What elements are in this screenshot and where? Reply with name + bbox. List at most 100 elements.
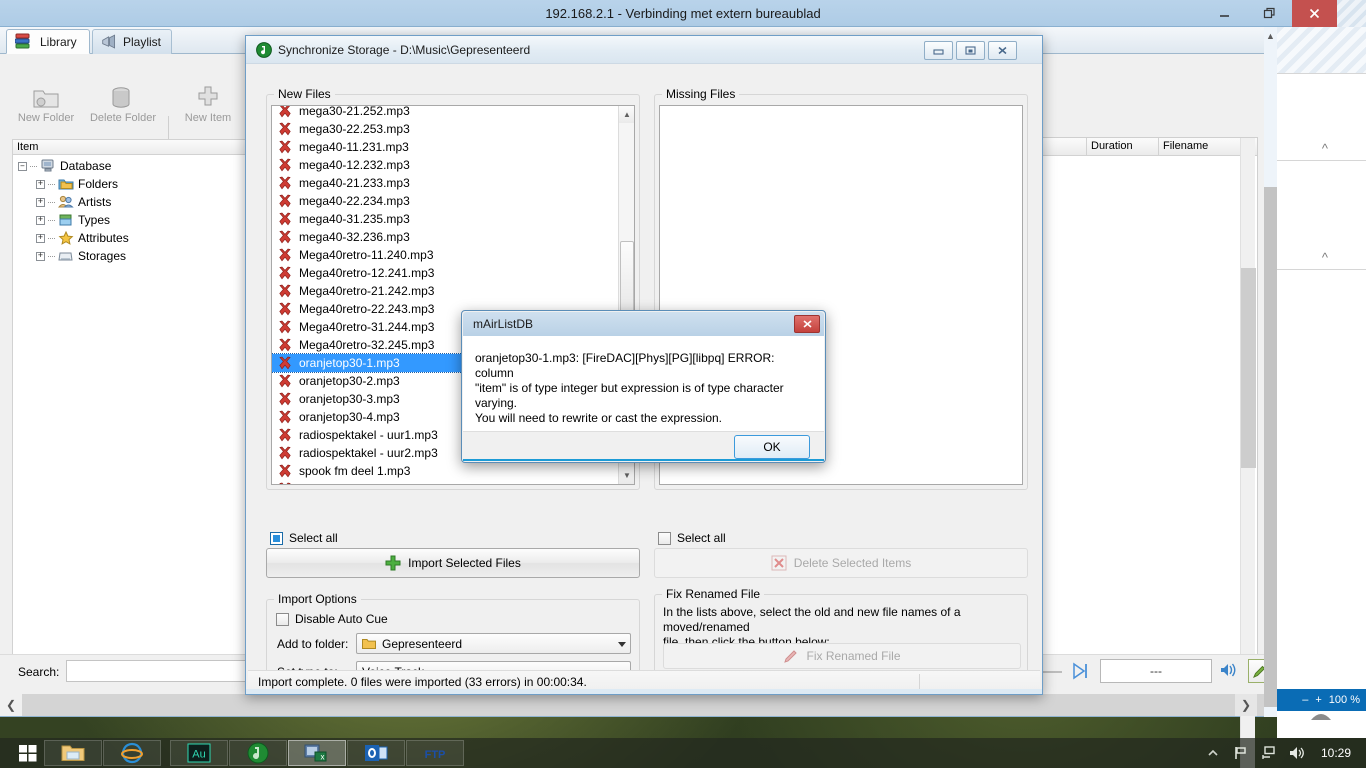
taskbar-internet-explorer[interactable]	[103, 740, 161, 766]
file-list-item[interactable]: mega30-22.253.mp3	[272, 120, 618, 138]
chevron-up-icon[interactable]: ^	[1322, 141, 1328, 156]
checkbox-icon[interactable]	[276, 612, 289, 626]
msgbox-line-2: "item" is of type integer but expression…	[475, 381, 784, 395]
column-header-blank[interactable]	[1045, 138, 1087, 155]
tree-expander-plus[interactable]: +	[36, 215, 45, 225]
msgbox-close-button[interactable]	[794, 315, 820, 333]
file-list-item[interactable]: spook fm deel 1.mp3	[272, 462, 618, 480]
delete-button-label: Delete Selected Items	[793, 556, 912, 570]
file-list-item[interactable]: spookfm deel 2 (2).mp3	[272, 480, 618, 484]
show-hidden-icons-button[interactable]	[1204, 744, 1222, 762]
fix-renamed-file-button[interactable]: Fix Renamed File	[663, 643, 1021, 669]
horizontal-scrollbar[interactable]: ❮ ❯	[0, 694, 1275, 716]
tree-expander-plus[interactable]: +	[36, 179, 45, 189]
chevron-down-icon[interactable]	[618, 642, 626, 647]
taskbar-file-explorer[interactable]	[44, 740, 102, 766]
taskbar-outlook[interactable]	[347, 740, 405, 766]
network-button[interactable]	[1260, 744, 1278, 762]
zoom-control[interactable]: – + 100 %	[1277, 689, 1366, 711]
rdp-close-button[interactable]	[1292, 0, 1337, 27]
session-scroll-thumb[interactable]	[1264, 187, 1277, 707]
file-list-item[interactable]: mega30-21.252.mp3	[272, 106, 618, 120]
tree-expander-plus[interactable]: +	[36, 251, 45, 261]
file-name-label: spookfm deel 2 (2).mp3	[299, 482, 425, 484]
delete-x-icon	[771, 555, 787, 571]
sidebar-item-storages[interactable]: + Storages	[36, 247, 126, 265]
disable-auto-cue-checkbox[interactable]: Disable Auto Cue	[276, 612, 388, 626]
scroll-down-icon[interactable]: ▼	[619, 467, 634, 484]
scroll-right-button[interactable]: ❯	[1235, 694, 1257, 716]
svg-text:x: x	[321, 753, 325, 762]
sync-dialog-titlebar[interactable]: Synchronize Storage - D:\Music\Gepresent…	[246, 36, 1042, 64]
file-list-item[interactable]: Mega40retro-11.240.mp3	[272, 246, 618, 264]
volume-icon	[1221, 663, 1236, 677]
search-input[interactable]	[66, 660, 274, 682]
scroll-up-arrow-icon[interactable]: ▲	[1264, 28, 1277, 44]
add-to-folder-combobox[interactable]: Gepresenteerd	[356, 633, 631, 654]
new-folder-icon[interactable]	[32, 86, 60, 113]
taskbar-mairlist[interactable]	[229, 740, 287, 766]
file-list-item[interactable]: mega40-32.236.mp3	[272, 228, 618, 246]
delete-folder-icon[interactable]	[110, 86, 132, 113]
select-all-missing-files[interactable]: Select all	[658, 531, 726, 545]
sync-maximize-button[interactable]	[956, 41, 985, 60]
zoom-plus-button[interactable]: +	[1315, 694, 1321, 706]
new-files-scroll-thumb[interactable]	[620, 241, 634, 317]
rdp-restore-button[interactable]	[1247, 0, 1292, 27]
scroll-left-button[interactable]: ❮	[0, 694, 22, 716]
tab-playlist[interactable]: Playlist	[92, 29, 172, 54]
checkbox-icon[interactable]	[658, 531, 671, 545]
ftp-icon: FTP	[425, 749, 446, 761]
sync-close-button[interactable]	[988, 41, 1017, 60]
file-list-item[interactable]: mega40-12.232.mp3	[272, 156, 618, 174]
sidebar-item-attributes[interactable]: + Attributes	[36, 229, 129, 247]
taskbar-ftp-client[interactable]: FTP	[406, 740, 464, 766]
checkbox-icon[interactable]	[270, 531, 283, 545]
column-header-duration[interactable]: Duration	[1087, 138, 1159, 155]
volume-button[interactable]	[1220, 662, 1238, 681]
file-list-item[interactable]: mega40-21.233.mp3	[272, 174, 618, 192]
ok-button[interactable]: OK	[734, 435, 810, 459]
file-list-item[interactable]: mega40-11.231.mp3	[272, 138, 618, 156]
select-all-new-files[interactable]: Select all	[270, 531, 338, 545]
tree-expander-plus[interactable]: +	[36, 197, 45, 207]
file-list-item[interactable]: Mega40retro-21.242.mp3	[272, 282, 618, 300]
import-selected-files-button[interactable]: Import Selected Files	[266, 548, 640, 578]
red-x-icon	[279, 338, 291, 352]
plus-green-icon	[385, 555, 401, 571]
taskbar-synchronize-storage[interactable]: x	[288, 740, 346, 766]
tree-expander-plus[interactable]: +	[36, 233, 45, 243]
zoom-minus-button[interactable]: –	[1302, 694, 1308, 706]
taskbar-clock[interactable]: 10:29	[1316, 746, 1356, 760]
sync-minimize-button[interactable]	[924, 41, 953, 60]
red-x-icon	[279, 446, 291, 460]
chevron-up-icon[interactable]: ^	[1322, 250, 1328, 265]
rdp-titlebar: 192.168.2.1 - Verbinding met extern bure…	[0, 0, 1366, 27]
rdp-minimize-button[interactable]	[1202, 0, 1247, 27]
sidebar-item-database[interactable]: – Database	[18, 157, 111, 175]
action-center-button[interactable]	[1232, 744, 1250, 762]
file-list-item[interactable]: mega40-31.235.mp3	[272, 210, 618, 228]
tab-library[interactable]: Library	[6, 29, 90, 54]
volume-button[interactable]	[1288, 744, 1306, 762]
tree-expander-minus[interactable]: –	[18, 161, 27, 171]
sidebar-item-types[interactable]: + Types	[36, 211, 110, 229]
scroll-up-icon[interactable]: ▲	[619, 106, 634, 123]
msgbox-titlebar[interactable]: mAirListDB	[463, 312, 824, 336]
taskbar-audition[interactable]: Au	[170, 740, 228, 766]
list-scroll-thumb[interactable]	[1241, 268, 1256, 468]
file-list-item[interactable]: mega40-22.234.mp3	[272, 192, 618, 210]
file-list-item[interactable]: Mega40retro-12.241.mp3	[272, 264, 618, 282]
start-button[interactable]	[8, 741, 48, 765]
red-x-icon	[279, 284, 291, 298]
svg-text:Au: Au	[192, 749, 205, 761]
delete-selected-items-button[interactable]: Delete Selected Items	[654, 548, 1028, 578]
mairlist-app-icon	[256, 42, 272, 58]
sidebar-item-artists[interactable]: + Artists	[36, 193, 111, 211]
sidebar-item-folders[interactable]: + Folders	[36, 175, 118, 193]
next-track-button[interactable]	[1070, 661, 1090, 684]
session-scrollbar[interactable]: ▲	[1264, 27, 1277, 717]
red-x-icon	[279, 302, 291, 316]
file-name-label: mega40-22.234.mp3	[299, 194, 410, 208]
new-item-icon[interactable]	[197, 86, 219, 111]
